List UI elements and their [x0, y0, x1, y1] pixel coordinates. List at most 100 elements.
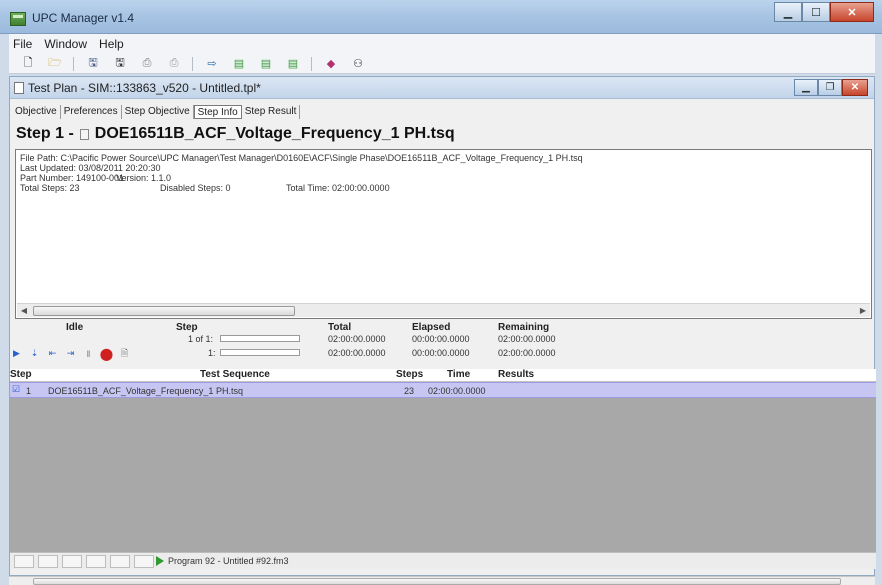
print-icon[interactable]: ⎙ [138, 57, 156, 71]
elapsed-time-2: 00:00:00.0000 [412, 348, 470, 358]
status-cell [38, 555, 58, 568]
stop-icon[interactable]: ⬤ [100, 347, 113, 361]
elapsed-header: Elapsed [412, 322, 451, 333]
menubar: File Window Help [9, 34, 875, 54]
toolbar-separator [73, 56, 74, 71]
scroll-left-icon[interactable]: ◀ [18, 305, 30, 317]
bottom-status-bar: Program 92 - Untitled #92.fm3 [10, 552, 876, 569]
transfer-icon[interactable]: ▤ [230, 57, 248, 71]
col-results[interactable]: Results [498, 369, 534, 380]
help-icon[interactable]: ⚇ [349, 57, 367, 71]
sequence-progress-bar [220, 349, 300, 356]
minimize-button[interactable]: ▁ [774, 2, 802, 22]
part-number: Part Number: 149100-001 [20, 173, 125, 183]
tab-objective[interactable]: Objective [12, 105, 61, 119]
total-time: Total Time: 02:00:00.0000 [286, 183, 390, 193]
status-cell [86, 555, 106, 568]
status-cell [134, 555, 154, 568]
step-index: 1: [208, 348, 216, 358]
tab-step-objective[interactable]: Step Objective [122, 105, 194, 119]
pause-icon[interactable]: ‖ [82, 347, 95, 360]
app-titlebar: UPC Manager v1.4 ▁ ☐ ✕ [0, 0, 882, 34]
total-time-2: 02:00:00.0000 [328, 348, 386, 358]
maximize-button[interactable]: ☐ [802, 2, 830, 22]
run-status-panel: Idle Step Total Elapsed Remaining 1 of 1… [10, 321, 876, 369]
col-step[interactable]: Step [10, 369, 32, 380]
save-icon[interactable]: 🖫 [84, 57, 102, 71]
total-steps: Total Steps: 23 [20, 183, 80, 193]
main-horizontal-scrollbar[interactable] [9, 576, 875, 585]
step-of-count: 1 of 1: [188, 334, 214, 344]
export-icon[interactable]: ⇨ [203, 57, 221, 71]
eraser-icon[interactable]: ◆ [322, 57, 340, 71]
remaining-time-1: 02:00:00.0000 [498, 334, 556, 344]
close-button[interactable]: ✕ [830, 2, 874, 22]
status-cell [110, 555, 130, 568]
test-plan-window: Test Plan - SIM::133863_v520 - Untitled.… [9, 76, 876, 576]
disabled-steps: Disabled Steps: 0 [160, 183, 231, 193]
menu-help[interactable]: Help [99, 37, 124, 51]
app-icon [10, 12, 26, 26]
tab-step-info[interactable]: Step Info [193, 105, 242, 119]
info-horizontal-scrollbar[interactable]: ◀ ▶ [17, 303, 870, 317]
row-checkbox-icon[interactable]: ☑ [12, 384, 20, 395]
row-number: 1 [26, 386, 32, 396]
step-forward-icon[interactable]: ⇥ [64, 347, 77, 360]
step-info-panel: File Path: C:\Pacific Power Source\UPC M… [15, 149, 872, 319]
main-toolbar: 🗋 🗁 🖫 🖫 ⎙ ⎙ ⇨ ▤ ▤ ▤ ◆ ⚇ [9, 54, 875, 74]
table-header: Step Test Sequence Steps Time Results [10, 369, 876, 382]
save-all-icon[interactable]: 🖫 [111, 57, 129, 71]
status-cell [62, 555, 82, 568]
program-play-icon [156, 556, 164, 566]
import-icon[interactable]: ▤ [257, 57, 275, 71]
toolbar-separator [311, 56, 312, 71]
new-icon[interactable]: 🗋 [19, 57, 37, 71]
child-restore-button[interactable]: ❐ [818, 79, 842, 96]
remaining-header: Remaining [498, 322, 550, 333]
main-scroll-thumb[interactable] [33, 578, 841, 585]
scroll-right-icon[interactable]: ▶ [857, 305, 869, 317]
elapsed-time-1: 00:00:00.0000 [412, 334, 470, 344]
total-time-1: 02:00:00.0000 [328, 334, 386, 344]
window-controls: ▁ ☐ ✕ [774, 2, 874, 22]
report-icon[interactable]: 🗎 [118, 347, 131, 360]
open-icon[interactable]: 🗁 [46, 57, 64, 71]
sequence-table: Step Test Sequence Steps Time Results ☑ … [10, 369, 876, 552]
tab-strip: Objective Preferences Step Objective Ste… [10, 103, 874, 119]
row-sequence: DOE16511B_ACF_Voltage_Frequency_1 PH.tsq [48, 386, 243, 396]
test-plan-titlebar: Test Plan - SIM::133863_v520 - Untitled.… [10, 77, 874, 99]
step-heading: Step 1 - DOE16511B_ACF_Voltage_Frequency… [10, 123, 874, 145]
step-filename: DOE16511B_ACF_Voltage_Frequency_1 PH.tsq [94, 125, 455, 142]
document-icon [14, 81, 24, 94]
last-updated: Last Updated: 03/08/2011 20:20:30 [20, 163, 161, 173]
menu-file[interactable]: File [13, 37, 32, 51]
version: Version: 1.1.0 [116, 173, 172, 183]
toolbar-separator [192, 56, 193, 71]
program-status: Program 92 - Untitled #92.fm3 [156, 556, 289, 566]
file-icon [79, 128, 89, 140]
row-time: 02:00:00.0000 [428, 386, 486, 396]
tab-preferences[interactable]: Preferences [61, 105, 122, 119]
step-back-icon[interactable]: ⇤ [46, 347, 59, 360]
monitor-icon[interactable]: ▤ [284, 57, 302, 71]
print-preview-icon[interactable]: ⎙ [165, 57, 183, 71]
col-test-sequence[interactable]: Test Sequence [200, 369, 270, 380]
menu-window[interactable]: Window [44, 37, 87, 51]
tab-step-result[interactable]: Step Result [242, 105, 301, 119]
file-path: File Path: C:\Pacific Power Source\UPC M… [20, 153, 583, 163]
total-header: Total [328, 322, 352, 333]
table-row[interactable]: ☑ 1 DOE16511B_ACF_Voltage_Frequency_1 PH… [10, 382, 876, 398]
col-time[interactable]: Time [447, 369, 470, 380]
step-progress-bar [220, 335, 300, 342]
test-plan-title: Test Plan - SIM::133863_v520 - Untitled.… [28, 80, 261, 95]
child-close-button[interactable]: ✕ [842, 79, 868, 96]
child-window-controls: ▁ ❐ ✕ [794, 79, 868, 96]
child-minimize-button[interactable]: ▁ [794, 79, 818, 96]
scroll-thumb[interactable] [33, 306, 295, 316]
status-cell [14, 555, 34, 568]
col-steps[interactable]: Steps [396, 369, 423, 380]
play-icon[interactable]: ▶ [10, 347, 23, 360]
app-title: UPC Manager v1.4 [32, 11, 135, 25]
run-state: Idle [66, 322, 84, 333]
step-into-icon[interactable]: ⇣ [28, 347, 41, 360]
